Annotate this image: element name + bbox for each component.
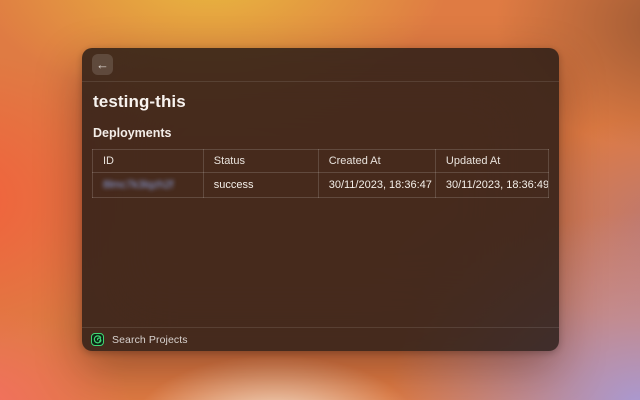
- status-cell: success: [203, 173, 318, 198]
- deployments-heading: Deployments: [93, 126, 549, 140]
- column-header-updated-at: Updated At: [435, 150, 548, 173]
- window-body: testing-this Deployments ID Status Creat…: [82, 82, 559, 327]
- column-header-status: Status: [203, 150, 318, 173]
- page-title: testing-this: [93, 92, 549, 112]
- table-header-row: ID Status Created At Updated At: [93, 150, 549, 173]
- created-at-cell: 30/11/2023, 18:36:47: [318, 173, 435, 198]
- window-footer: Search Projects: [82, 327, 559, 351]
- app-window: ← testing-this Deployments ID Status Cre…: [82, 48, 559, 351]
- deployment-id-link[interactable]: 8lmc7k3lqzh2f: [103, 179, 173, 191]
- back-button[interactable]: ←: [92, 54, 113, 75]
- updated-at-cell: 30/11/2023, 18:36:49: [435, 173, 548, 198]
- column-header-created-at: Created At: [318, 150, 435, 173]
- deployment-table-row: 8lmc7k3lqzh2f success 30/11/2023, 18:36:…: [93, 173, 549, 198]
- id-cell: 8lmc7k3lqzh2f: [93, 173, 204, 198]
- deployments-table: ID Status Created At Updated At 8lmc7k3l…: [92, 149, 549, 198]
- desktop-background: ← testing-this Deployments ID Status Cre…: [0, 0, 640, 400]
- command-name-label: Search Projects: [112, 334, 188, 346]
- window-header: ←: [82, 48, 559, 82]
- back-arrow-icon: ←: [96, 54, 109, 75]
- column-header-id: ID: [93, 150, 204, 173]
- extension-logo-icon: [91, 333, 104, 346]
